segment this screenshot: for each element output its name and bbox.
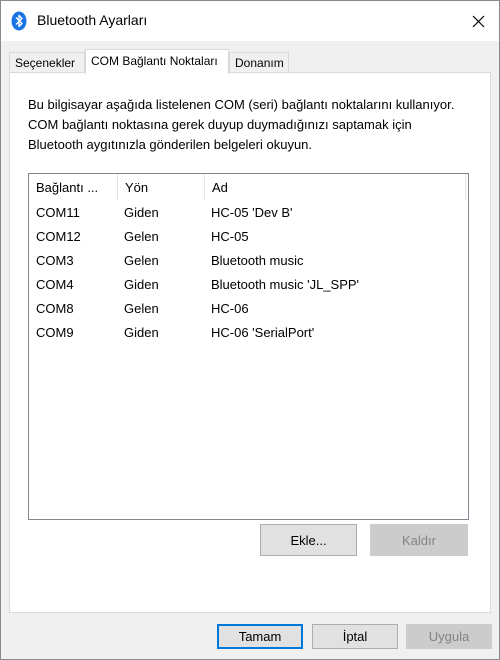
list-row[interactable]: COM12 Gelen HC-05: [29, 225, 468, 249]
direction-cell: Gelen: [124, 301, 159, 316]
direction-cell: Gelen: [124, 229, 159, 244]
name-cell: HC-05: [211, 229, 249, 244]
tab-options[interactable]: Seçenekler: [9, 52, 85, 72]
name-cell: Bluetooth music 'JL_SPP': [211, 277, 360, 292]
bluetooth-icon: [11, 11, 27, 31]
name-cell: HC-05 'Dev B': [211, 205, 293, 220]
list-row[interactable]: COM9 Giden HC-06 'SerialPort': [29, 321, 468, 345]
name-cell: Bluetooth music: [211, 253, 304, 268]
list-row[interactable]: COM11 Giden HC-05 'Dev B': [29, 201, 468, 225]
close-icon: [472, 15, 484, 27]
tab-hardware[interactable]: Donanım: [229, 52, 289, 72]
tab-com-ports[interactable]: COM Bağlantı Noktaları: [85, 49, 229, 74]
title-bar: Bluetooth Ayarları: [1, 1, 499, 41]
ok-button[interactable]: Tamam: [217, 624, 303, 649]
port-cell: COM12: [36, 229, 81, 244]
name-cell: HC-06: [211, 301, 249, 316]
window-title: Bluetooth Ayarları: [37, 12, 148, 28]
port-cell: COM9: [36, 325, 74, 340]
description-text: Bu bilgisayar aşağıda listelenen COM (se…: [28, 97, 455, 152]
list-row[interactable]: COM3 Gelen Bluetooth music: [29, 249, 468, 273]
direction-cell: Gelen: [124, 253, 159, 268]
port-cell: COM3: [36, 253, 74, 268]
remove-button[interactable]: Kaldır: [370, 524, 468, 556]
cancel-button[interactable]: İptal: [312, 624, 398, 649]
close-button[interactable]: [457, 1, 499, 41]
apply-button[interactable]: Uygula: [406, 624, 492, 649]
list-row[interactable]: COM8 Gelen HC-06: [29, 297, 468, 321]
port-cell: COM8: [36, 301, 74, 316]
name-cell: HC-06 'SerialPort': [211, 325, 315, 340]
direction-cell: Giden: [124, 277, 159, 292]
com-ports-list[interactable]: Bağlantı ... Yön Ad COM11 Giden HC-05 'D…: [28, 173, 469, 520]
add-button[interactable]: Ekle...: [260, 524, 357, 556]
column-header-direction[interactable]: Yön: [118, 174, 205, 200]
column-header-name[interactable]: Ad: [205, 174, 466, 200]
port-cell: COM11: [36, 205, 80, 220]
com-ports-panel: Bu bilgisayar aşağıda listelenen COM (se…: [9, 72, 491, 613]
bluetooth-settings-window: Bluetooth Ayarları Seçenekler COM Bağlan…: [0, 0, 500, 660]
port-cell: COM4: [36, 277, 74, 292]
direction-cell: Giden: [124, 205, 159, 220]
list-header: Bağlantı ... Yön Ad: [29, 174, 468, 200]
direction-cell: Giden: [124, 325, 159, 340]
list-row[interactable]: COM4 Giden Bluetooth music 'JL_SPP': [29, 273, 468, 297]
column-header-port[interactable]: Bağlantı ...: [29, 174, 118, 200]
